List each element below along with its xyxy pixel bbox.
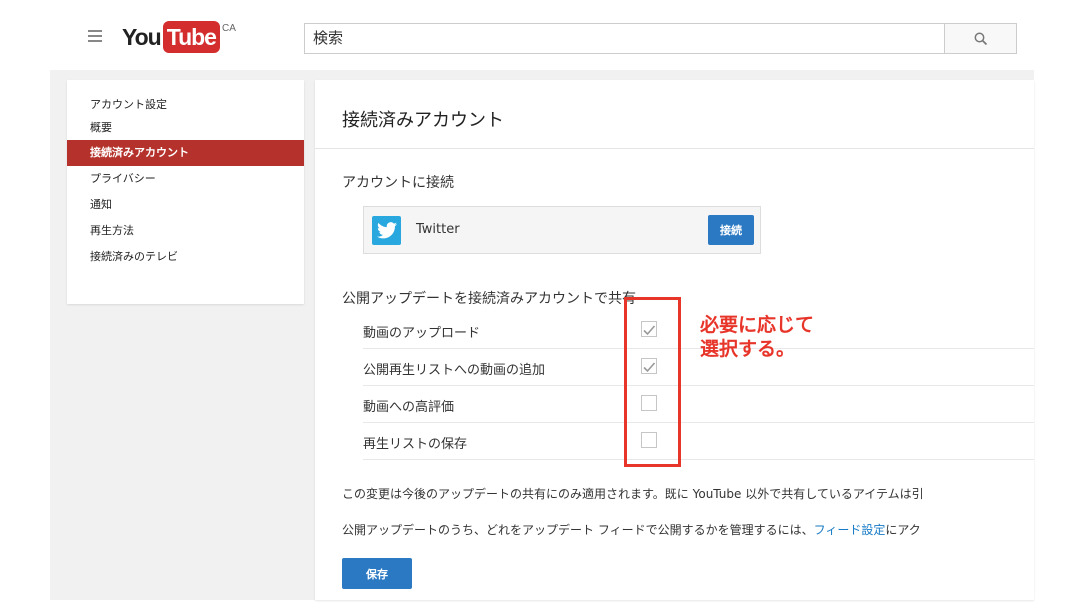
share-option-row: 公開再生リストへの動画の追加 <box>363 349 1034 386</box>
checkbox-highlight-box <box>624 297 681 467</box>
sidebar-item-connected-tv[interactable]: 接続済みのテレビ <box>67 244 304 270</box>
twitter-icon <box>372 216 401 245</box>
sidebar-item-notifications[interactable]: 通知 <box>67 192 304 218</box>
feed-note-text: 公開アップデートのうち、どれをアップデート フィードで公開するかを管理するには、 <box>342 523 814 537</box>
feed-settings-link[interactable]: フィード設定 <box>814 523 886 537</box>
feed-settings-note: 公開アップデートのうち、どれをアップデート フィードで公開するかを管理するには、… <box>342 521 921 538</box>
menu-icon[interactable] <box>88 30 102 42</box>
logo-text-tube: Tube <box>162 21 220 53</box>
twitter-label: Twitter <box>416 222 460 237</box>
twitter-connect-row: Twitter 接続 <box>363 206 761 254</box>
sidebar-item-account-settings[interactable]: アカウント設定 <box>67 94 304 116</box>
share-option-row: 再生リストの保存 <box>363 423 1034 460</box>
share-option-row: 動画への高評価 <box>363 386 1034 423</box>
share-note-text: この変更は今後のアップデートの共有にのみ適用されます。既に YouTube 以外… <box>342 487 924 501</box>
sidebar-item-overview[interactable]: 概要 <box>67 116 304 140</box>
settings-sidebar: アカウント設定 概要 接続済みアカウント プライバシー 通知 再生方法 接続済み… <box>67 80 304 304</box>
feed-note-suffix: にアク <box>885 523 921 537</box>
logo-text-you: You <box>122 24 162 50</box>
sidebar-item-connected-accounts[interactable]: 接続済みアカウント <box>67 140 304 166</box>
connect-section-title: アカウントに接続 <box>342 175 454 191</box>
sidebar-item-playback[interactable]: 再生方法 <box>67 218 304 244</box>
page-title: 接続済みアカウント <box>342 110 504 131</box>
title-divider <box>315 148 1034 149</box>
youtube-logo[interactable]: You Tube CA <box>122 21 236 53</box>
sidebar-item-privacy[interactable]: プライバシー <box>67 166 304 192</box>
search-input[interactable]: 検索 <box>304 23 945 54</box>
logo-region: CA <box>221 23 236 34</box>
share-option-label: 再生リストの保存 <box>363 437 468 452</box>
search-button[interactable] <box>944 23 1017 54</box>
share-option-label: 公開再生リストへの動画の追加 <box>363 363 546 378</box>
search-icon <box>974 32 987 45</box>
twitter-connect-button[interactable]: 接続 <box>708 215 754 245</box>
share-option-label: 動画のアップロード <box>363 326 481 341</box>
annotation-line-2: 選択する。 <box>700 338 796 360</box>
top-bar: You Tube CA 検索 <box>0 0 1084 70</box>
annotation-text: 必要に応じて 選択する。 <box>700 313 814 361</box>
share-option-label: 動画への高評価 <box>363 400 455 415</box>
annotation-line-1: 必要に応じて <box>700 314 815 336</box>
share-option-row: 動画のアップロード <box>363 312 1034 349</box>
save-button[interactable]: 保存 <box>342 558 412 589</box>
share-section-title: 公開アップデートを接続済みアカウントで共有 <box>342 291 636 307</box>
